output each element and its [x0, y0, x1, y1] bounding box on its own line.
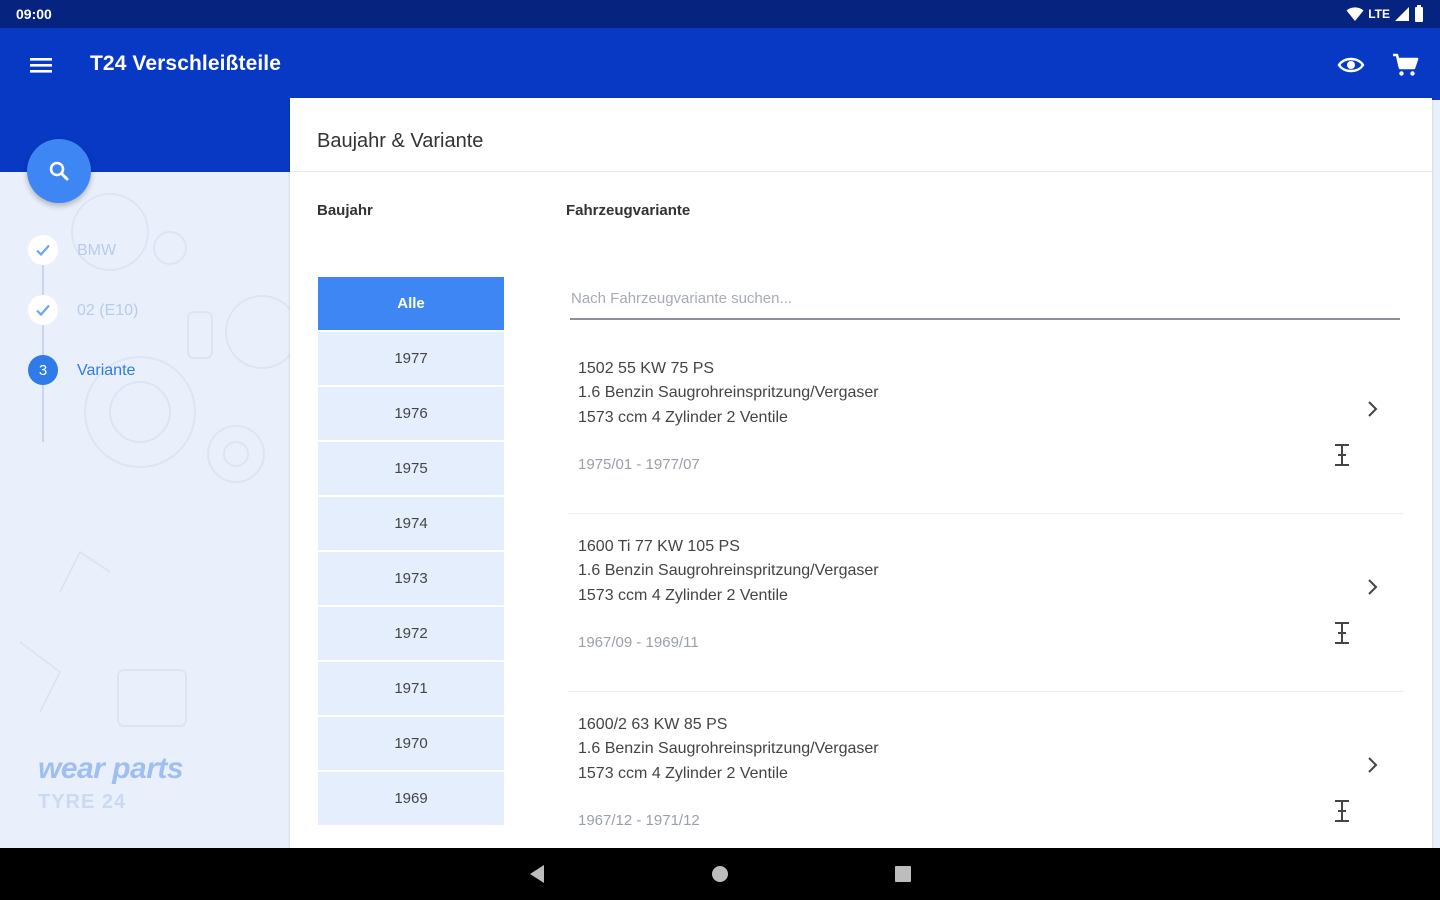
- network-label: LTE: [1368, 6, 1390, 21]
- step-3-label[interactable]: Variante: [77, 362, 135, 380]
- variant-list-item[interactable]: 1600 Ti 77 KW 105 PS 1.6 Benzin Saugrohr…: [568, 516, 1404, 692]
- wifi-icon: [1346, 6, 1364, 21]
- app-bar: T24 Verschleißteile: [0, 28, 1440, 100]
- brand-wear-parts: wear parts: [38, 752, 184, 785]
- year-item[interactable]: 1969: [318, 772, 504, 825]
- cart-icon[interactable]: [1390, 50, 1420, 80]
- left-panel: BMW 02 (E10) 3 Variante: [0, 172, 290, 848]
- status-time: 09:00: [16, 6, 52, 22]
- year-item[interactable]: 1972: [318, 607, 504, 660]
- year-item[interactable]: 1976: [318, 387, 504, 440]
- signal-icon: [1395, 6, 1409, 21]
- year-item[interactable]: 1970: [318, 717, 504, 770]
- home-icon[interactable]: [706, 860, 734, 888]
- variant-specs: 1573 ccm 4 Zylinder 2 Ventile: [578, 409, 788, 426]
- system-icons: LTE: [1346, 5, 1424, 22]
- card-divider: [290, 171, 1432, 172]
- variant-list-item[interactable]: 1600/2 63 KW 85 PS 1.6 Benzin Saugrohrei…: [568, 694, 1404, 848]
- variant-list-item[interactable]: 1502 55 KW 75 PS 1.6 Benzin Saugrohreins…: [568, 338, 1404, 514]
- year-item[interactable]: 1977: [318, 332, 504, 385]
- variant-engine: 1.6 Benzin Saugrohreinspritzung/Vergaser: [578, 384, 879, 401]
- axle-icon: [1335, 444, 1349, 466]
- navigation-bar: [0, 848, 1440, 900]
- variant-specs: 1573 ccm 4 Zylinder 2 Ventile: [578, 765, 788, 782]
- year-list: Alle 1977 1976 1975 1974 1973 1972 1971 …: [318, 277, 504, 827]
- step-2-label[interactable]: 02 (E10): [77, 302, 138, 320]
- variant-name: 1600 Ti 77 KW 105 PS: [578, 538, 740, 555]
- check-icon: [36, 244, 50, 257]
- brand-tyre24: TYRE 24: [38, 791, 127, 813]
- year-item[interactable]: 1973: [318, 552, 504, 605]
- chevron-right-icon[interactable]: [1360, 574, 1386, 600]
- year-item-all[interactable]: Alle: [318, 277, 504, 330]
- back-icon[interactable]: [524, 860, 552, 888]
- card-title: Baujahr & Variante: [317, 130, 484, 152]
- check-icon: [36, 304, 50, 317]
- variant-year-range: 1967/12 - 1971/12: [578, 812, 700, 829]
- chevron-right-icon[interactable]: [1360, 396, 1386, 422]
- menu-icon[interactable]: [26, 50, 56, 80]
- variant-column-header: Fahrzeugvariante: [566, 202, 691, 219]
- year-item[interactable]: 1974: [318, 497, 504, 550]
- axle-icon: [1335, 622, 1349, 644]
- battery-icon: [1415, 5, 1423, 22]
- recents-icon[interactable]: [889, 860, 917, 888]
- variant-search-input[interactable]: [570, 272, 1400, 320]
- year-column-header: Baujahr: [317, 202, 373, 219]
- eye-icon[interactable]: [1336, 50, 1366, 80]
- variant-engine: 1.6 Benzin Saugrohreinspritzung/Vergaser: [578, 562, 879, 579]
- variant-engine: 1.6 Benzin Saugrohreinspritzung/Vergaser: [578, 740, 879, 757]
- chevron-right-icon[interactable]: [1360, 752, 1386, 778]
- step-2-check: [28, 295, 58, 325]
- step-1-label[interactable]: BMW: [77, 242, 116, 260]
- selection-card: Baujahr & Variante Baujahr Fahrzeugvaria…: [290, 98, 1432, 848]
- variant-year-range: 1975/01 - 1977/07: [578, 456, 700, 473]
- year-item[interactable]: 1975: [318, 442, 504, 495]
- variant-name: 1600/2 63 KW 85 PS: [578, 716, 728, 733]
- step-3-number: 3: [28, 355, 58, 385]
- stepper-line: [42, 252, 44, 442]
- axle-icon: [1335, 800, 1349, 822]
- search-button[interactable]: [27, 139, 91, 203]
- app-title: T24 Verschleißteile: [90, 52, 282, 75]
- search-icon: [49, 161, 69, 181]
- step-1-check: [28, 235, 58, 265]
- variant-specs: 1573 ccm 4 Zylinder 2 Ventile: [578, 587, 788, 604]
- year-item[interactable]: 1971: [318, 662, 504, 715]
- variant-year-range: 1967/09 - 1969/11: [578, 634, 699, 651]
- variant-name: 1502 55 KW 75 PS: [578, 360, 715, 377]
- list-divider: [568, 513, 1404, 514]
- list-divider: [568, 691, 1404, 692]
- status-bar: 09:00 LTE: [0, 0, 1440, 28]
